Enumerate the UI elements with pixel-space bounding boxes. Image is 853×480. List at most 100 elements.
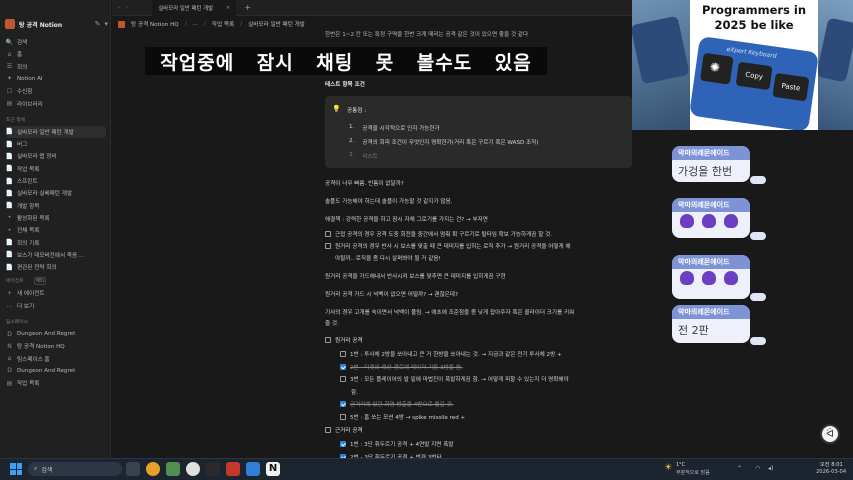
tab-active[interactable]: 실바모라 일반 패턴 개발 × xyxy=(152,0,237,16)
recent-item-label: 회의 기록 xyxy=(17,240,40,247)
breadcrumb-item[interactable]: 작업 목록 xyxy=(212,20,234,28)
section-heading: 테스트 항목 조건 xyxy=(325,82,365,88)
list-text: 리스트 xyxy=(362,154,378,160)
nav-item-icon: ✦ xyxy=(6,75,13,83)
nav-item-icon: ▤ xyxy=(6,100,13,107)
cloud-decoration-icon xyxy=(750,176,766,184)
checkbox[interactable] xyxy=(325,231,331,237)
keyboard-graphic: eXpert Keyboard ✺ Copy Paste xyxy=(689,36,819,130)
app-icon[interactable] xyxy=(226,462,240,476)
vscode-icon[interactable] xyxy=(246,462,260,476)
agents-item[interactable]: + 새 에이전트 xyxy=(6,287,106,299)
teamspace-item[interactable]: D Dungeon And Regret xyxy=(6,365,106,377)
close-tab-icon[interactable]: × xyxy=(226,5,231,11)
recent-item-icon: 📄 xyxy=(5,140,14,148)
line-text: 1번 : 3단 휘두르기 공격 + 4연발 지면 폭발 xyxy=(350,442,454,448)
forward-arrow-icon[interactable]: › xyxy=(126,5,128,11)
recent-item-icon: 📄 xyxy=(5,165,14,173)
breadcrumb-item[interactable]: 탕 공격 Notion HQ xyxy=(131,20,179,28)
recent-item[interactable]: • 활성화된 목록 xyxy=(6,212,106,224)
chrome-icon[interactable] xyxy=(146,462,160,476)
recent-item[interactable]: • 전체 목록 xyxy=(6,224,106,236)
tray-chevron-icon[interactable]: ⌃ xyxy=(737,465,742,472)
checkbox[interactable] xyxy=(340,413,346,420)
line-text: 원거리 공격 가드 시 넉백이 없으면 어떨까? → 괜찮은데? xyxy=(325,292,458,298)
recent-item[interactable]: 📄 보스가 데모버전에서 죽음 ... xyxy=(6,249,106,261)
todo-item: 야될까.. 로직을 좀 다시 살펴봐야 될 거 같음! xyxy=(335,254,441,262)
checkbox[interactable] xyxy=(340,441,346,447)
paragraph: 공격이 너무 빠름. 빈틈이 없달까? xyxy=(325,179,404,187)
checkbox[interactable] xyxy=(340,363,346,370)
checkbox[interactable] xyxy=(325,427,331,433)
nav-item[interactable]: ☐ 수신함 xyxy=(6,85,106,97)
teamspace-item[interactable]: N 탕 공격 Notion HQ xyxy=(6,340,106,352)
checkbox[interactable] xyxy=(340,351,346,357)
chevron-down-icon[interactable]: ▾ xyxy=(104,20,108,28)
chat-message: 악마의레몬에이드 가겅을 한번 xyxy=(672,146,750,182)
teamspace-item-icon: N xyxy=(7,342,12,350)
back-arrow-icon[interactable]: ‹ xyxy=(118,5,120,11)
weather-temp: 1°C xyxy=(676,462,686,468)
list-number: 3. xyxy=(349,152,355,158)
list-number: 1. xyxy=(349,124,355,130)
unity-icon[interactable] xyxy=(206,462,220,476)
recent-item[interactable]: 📄 편관된 전략 회의 xyxy=(6,261,106,273)
teamspace-item-label: 탕 공격 Notion HQ xyxy=(17,344,65,351)
nav-item[interactable]: 🔍 검색 xyxy=(6,36,106,48)
nav-item[interactable]: ▤ 라이브러리 xyxy=(6,98,106,110)
clock-time[interactable]: 오전 8:01 xyxy=(820,461,843,468)
volume-icon[interactable]: ◂) xyxy=(768,465,773,472)
recent-item[interactable]: 📄 실바모라 맵 정비 xyxy=(6,150,106,162)
workspace-switcher[interactable]: 탕 공격 Notion ✎ ▾ xyxy=(5,16,108,32)
keyboard-label: eXpert Keyboard xyxy=(726,45,777,60)
recent-item-label: 작업 목록 xyxy=(17,166,40,173)
todo-item: 3번 : 모든 플레이어의 발 밑에 마법진이 폭발하게끔 함. → 어떻게 피… xyxy=(340,375,569,383)
lightbulb-icon: 💡 xyxy=(332,105,341,113)
taskbar-search[interactable]: ⌕ 검색 xyxy=(28,462,122,476)
teamspace-item[interactable]: ▤ 작업 목록 xyxy=(6,377,106,389)
teamspace-item[interactable]: ⌂ 팀스페이스 홈 xyxy=(6,353,106,365)
recent-item[interactable]: 📄 버그 xyxy=(6,138,106,150)
recent-item[interactable]: 📄 개발 항목 xyxy=(6,200,106,212)
recent-item[interactable]: 📄 작업 목록 xyxy=(6,163,106,175)
breadcrumb-item[interactable]: 실바모라 일반 패턴 개발 xyxy=(248,20,305,28)
checkbox[interactable] xyxy=(325,337,331,343)
nav-item[interactable]: ✦ Notion AI xyxy=(6,73,106,85)
teamspace-item-label: 작업 목록 xyxy=(17,381,40,388)
nav-item[interactable]: ☰ 회의 xyxy=(6,61,106,73)
app-icon[interactable] xyxy=(166,462,180,476)
new-tab-button[interactable]: + xyxy=(244,3,251,12)
chat-text: 가겅을 한번 xyxy=(678,165,733,178)
nav-item[interactable]: ⌂ 홈 xyxy=(6,48,106,60)
wifi-icon[interactable]: ◠ xyxy=(755,465,760,472)
callout-list-item: 3. 리스트 xyxy=(349,152,378,160)
chat-username: 악마의레몬에이드 xyxy=(672,255,750,269)
checkbox[interactable] xyxy=(340,376,346,382)
recent-item[interactable]: 📄 실바모라 실베패턴 개발 xyxy=(6,187,106,199)
cloud-decoration-icon xyxy=(750,337,766,345)
recent-item[interactable]: 📄 실바모라 일반 패턴 개발 xyxy=(6,125,106,138)
chatgpt-icon[interactable] xyxy=(186,462,200,476)
callout-list-item: 1. 공격을 시각적으로 인지 가능한가 xyxy=(349,124,440,132)
agents-item[interactable]: … 더 보기 xyxy=(6,300,106,312)
task-view-icon[interactable] xyxy=(126,462,140,476)
recent-item-icon: 📄 xyxy=(5,189,14,197)
recent-item[interactable]: 📄 스프린트 xyxy=(6,175,106,187)
checkbox[interactable] xyxy=(340,401,346,407)
notion-icon[interactable]: N xyxy=(266,462,280,476)
recent-item-label: 실바모라 맵 정비 xyxy=(17,154,57,161)
recent-item-label: 실바모라 실베패턴 개발 xyxy=(17,191,73,198)
clock-date[interactable]: 2026-03-04 xyxy=(816,469,846,475)
recent-item[interactable]: 📄 회의 기록 xyxy=(6,237,106,249)
callout-list-item: 2. 공격의 회피 조건이 무엇인지 명확한가(거리 혹은 구르기 혹은 WASD… xyxy=(349,138,539,146)
start-button[interactable] xyxy=(10,463,22,475)
paste-key: Paste xyxy=(772,72,810,102)
banner-word: 볼수도 xyxy=(416,51,473,74)
paragraph: 한번은 1~2 칸 또는 특정 구역을 한번 크게 때리는 공격 같은 것이 있… xyxy=(325,32,529,38)
recent-item-icon: 📄 xyxy=(5,152,14,160)
checkbox[interactable] xyxy=(325,243,331,249)
new-page-icon[interactable]: ✎ xyxy=(95,20,101,28)
teamspace-item[interactable]: D Dungeon And Regret xyxy=(6,328,106,340)
breadcrumb-item[interactable]: ... xyxy=(193,21,198,27)
nav-item-label: 수신함 xyxy=(17,89,33,96)
